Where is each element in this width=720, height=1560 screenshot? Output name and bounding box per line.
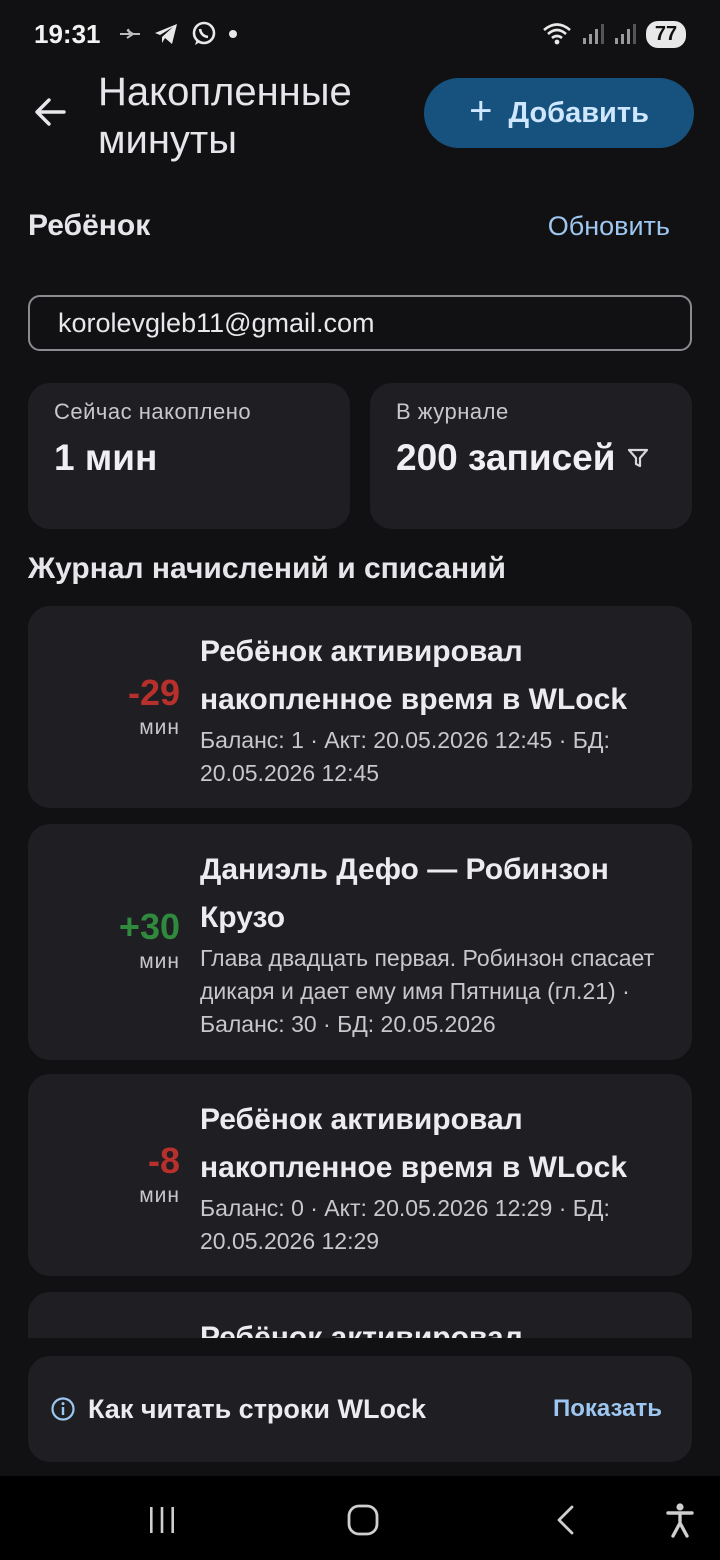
status-bar: 19:31 77 — [0, 0, 720, 68]
status-time: 19:31 — [34, 18, 101, 49]
filter-icon[interactable] — [626, 446, 650, 470]
amount-value: +30 — [118, 906, 180, 947]
journal-list[interactable]: -29 мин Ребёнок активировал накопленное … — [0, 606, 720, 1338]
home-icon — [347, 1504, 379, 1536]
amount-value: -8 — [147, 1140, 180, 1181]
entry-subtitle: Баланс: 1 · Акт: 20.05.2026 12:45 · БД: … — [200, 727, 610, 786]
hint-text: Как читать строки WLock — [88, 1393, 427, 1424]
journal-count-value: 200 записей — [396, 437, 616, 478]
entry-subtitle: Баланс: 0 · Акт: 20.05.2026 12:29 · БД: … — [200, 1195, 610, 1254]
entry-title: Ребёнок активировал — [200, 1321, 523, 1338]
entry-body: Даниэль Дефо — Робинзон Крузо Глава двад… — [200, 846, 664, 1041]
telegram-icon — [154, 24, 177, 44]
page-title: Накопленные минуты — [98, 70, 352, 162]
journal-count-label: В журнале — [396, 399, 509, 424]
home-button[interactable] — [341, 1498, 385, 1542]
entry-body: Ребёнок активировал — [200, 1314, 664, 1338]
back-button[interactable] — [30, 92, 70, 132]
amount-unit: мин — [139, 950, 180, 973]
journal-count-card[interactable]: В журнале 200 записей — [370, 383, 692, 529]
whatsapp-icon — [192, 21, 215, 45]
add-button[interactable]: + Добавить — [424, 78, 694, 148]
accessibility-button[interactable] — [658, 1498, 702, 1542]
accumulated-value: 1 мин — [54, 437, 158, 478]
notification-icons — [119, 21, 237, 47]
entry-body: Ребёнок активировал накопленное время в … — [200, 628, 664, 790]
child-label: Ребёнок — [28, 209, 151, 242]
journal-entry[interactable]: -29 мин Ребёнок активировал накопленное … — [28, 606, 692, 808]
entry-title: Ребёнок активировал накопленное время в … — [200, 635, 628, 716]
entry-amount: +30 мин — [28, 906, 180, 974]
hint-card: Как читать строки WLock Показать — [28, 1356, 692, 1462]
app-header: Накопленные минуты + Добавить — [0, 64, 720, 174]
signal-icon — [583, 24, 604, 44]
info-icon — [51, 1397, 75, 1421]
journal-entry[interactable]: -8 мин Ребёнок активировал накопленное в… — [28, 1074, 692, 1276]
recent-apps-icon — [150, 1507, 174, 1533]
chevron-left-icon — [557, 1505, 574, 1535]
entry-body: Ребёнок активировал накопленное время в … — [200, 1096, 664, 1258]
journal-entry[interactable]: Ребёнок активировал — [28, 1292, 692, 1338]
journal-entry[interactable]: +30 мин Даниэль Дефо — Робинзон Крузо Гл… — [28, 824, 692, 1060]
add-button-label: Добавить — [508, 96, 649, 129]
signal-icon-2 — [615, 24, 636, 44]
battery-indicator: 77 — [646, 20, 686, 48]
entry-amount: -29 мин — [28, 672, 180, 740]
system-icons: 77 — [542, 20, 686, 48]
journal-count-row: 200 записей — [396, 437, 666, 479]
refresh-link[interactable]: Обновить — [548, 211, 670, 242]
entry-title: Ребёнок активировал накопленное время в … — [200, 1103, 628, 1184]
back-nav-button[interactable] — [543, 1498, 587, 1542]
entry-amount: -8 мин — [28, 1140, 180, 1208]
system-nav-bar — [0, 1476, 720, 1560]
journal-title: Журнал начислений и списаний — [28, 552, 506, 585]
entry-subtitle: Глава двадцать первая. Робинзон спасает … — [200, 945, 655, 1037]
amount-unit: мин — [139, 1184, 180, 1207]
amount-value: -29 — [127, 672, 180, 713]
child-section-header: Ребёнок Обновить — [28, 204, 692, 248]
amount-unit: мин — [139, 716, 180, 739]
dot-icon — [228, 30, 237, 38]
recent-apps-button[interactable] — [140, 1498, 184, 1542]
wifi-icon — [543, 23, 571, 45]
child-email-field[interactable]: korolevgleb11@gmail.com — [28, 295, 692, 351]
plane-notification-icon — [119, 28, 140, 39]
entry-title: Даниэль Дефо — Робинзон Крузо — [200, 853, 609, 934]
plus-icon: + — [469, 89, 493, 133]
accumulated-card: Сейчас накоплено 1 мин — [28, 383, 350, 529]
accumulated-label: Сейчас накоплено — [54, 399, 252, 424]
show-hint-link[interactable]: Показать — [553, 1395, 662, 1423]
arrow-left-icon — [35, 98, 66, 126]
accessibility-icon — [666, 1503, 694, 1538]
